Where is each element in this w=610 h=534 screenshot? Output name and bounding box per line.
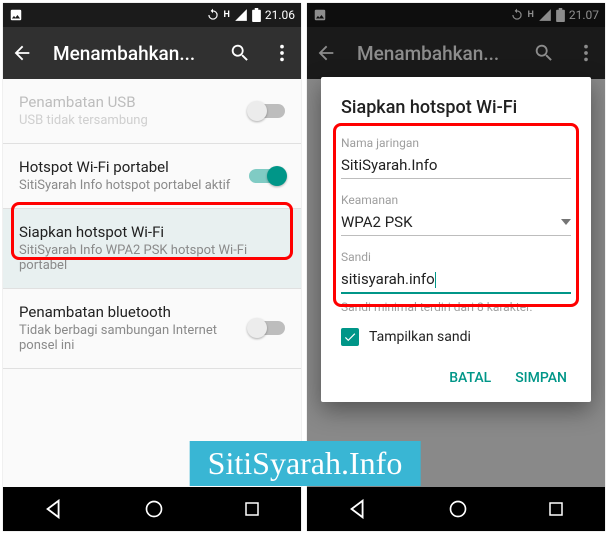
label-security: Keamanan [341,193,571,207]
nav-home-icon[interactable] [448,499,468,519]
label-network-name: Nama jaringan [341,136,571,150]
app-bar: Menambahkan... [3,27,301,79]
row-wifi-hotspot[interactable]: Hotspot Wi-Fi portabelSitiSyarah Info ho… [3,144,301,208]
nav-home-icon[interactable] [144,499,164,519]
dropdown-icon [561,219,571,225]
input-network-name[interactable]: SitiSyarah.Info [341,150,571,179]
nav-bar [3,487,301,531]
toggle-bluetooth[interactable] [249,321,285,335]
toggle-usb [249,104,285,118]
page-title: Menambahkan... [53,42,209,65]
nav-back-icon[interactable] [43,498,65,520]
back-icon[interactable] [11,42,33,64]
dialog-setup-hotspot: Siapkan hotspot Wi-Fi Nama jaringan Siti… [321,77,591,402]
watermark: SitiSyarah.Info [190,441,421,486]
dialog-title: Siapkan hotspot Wi-Fi [341,97,571,118]
nav-recent-icon[interactable] [243,500,261,518]
password-hint: Sandi minimal terdiri dari 8 karakter. [341,300,571,314]
row-usb-tether: Penambatan USBUSB tidak tersambung [3,79,301,143]
nav-back-icon[interactable] [347,498,369,520]
save-button[interactable]: SIMPAN [515,370,567,386]
nav-bar [307,487,605,531]
label-password: Sandi [341,250,571,264]
checkbox-show-password[interactable] [341,328,359,346]
input-password[interactable]: sitisyarah.info [341,264,571,294]
toggle-hotspot[interactable] [249,169,285,183]
cancel-button[interactable]: BATAL [449,370,491,386]
search-icon[interactable] [229,42,251,64]
row-bluetooth-tether[interactable]: Penambatan bluetoothTidak berbagi sambun… [3,289,301,368]
label-show-password: Tampilkan sandi [369,329,471,345]
select-security[interactable]: WPA2 PSK [341,207,571,236]
network-type: H [224,10,230,20]
sync-icon [206,8,220,22]
overflow-icon[interactable] [271,42,293,64]
image-icon [9,8,23,22]
row-setup-hotspot[interactable]: Siapkan hotspot Wi-FiSitiSyarah Info WPA… [3,209,301,288]
status-bar: H 21.06 [3,3,301,27]
signal-icon [234,8,248,22]
battery-icon [252,8,261,22]
nav-recent-icon[interactable] [547,500,565,518]
clock: 21.06 [265,8,295,22]
